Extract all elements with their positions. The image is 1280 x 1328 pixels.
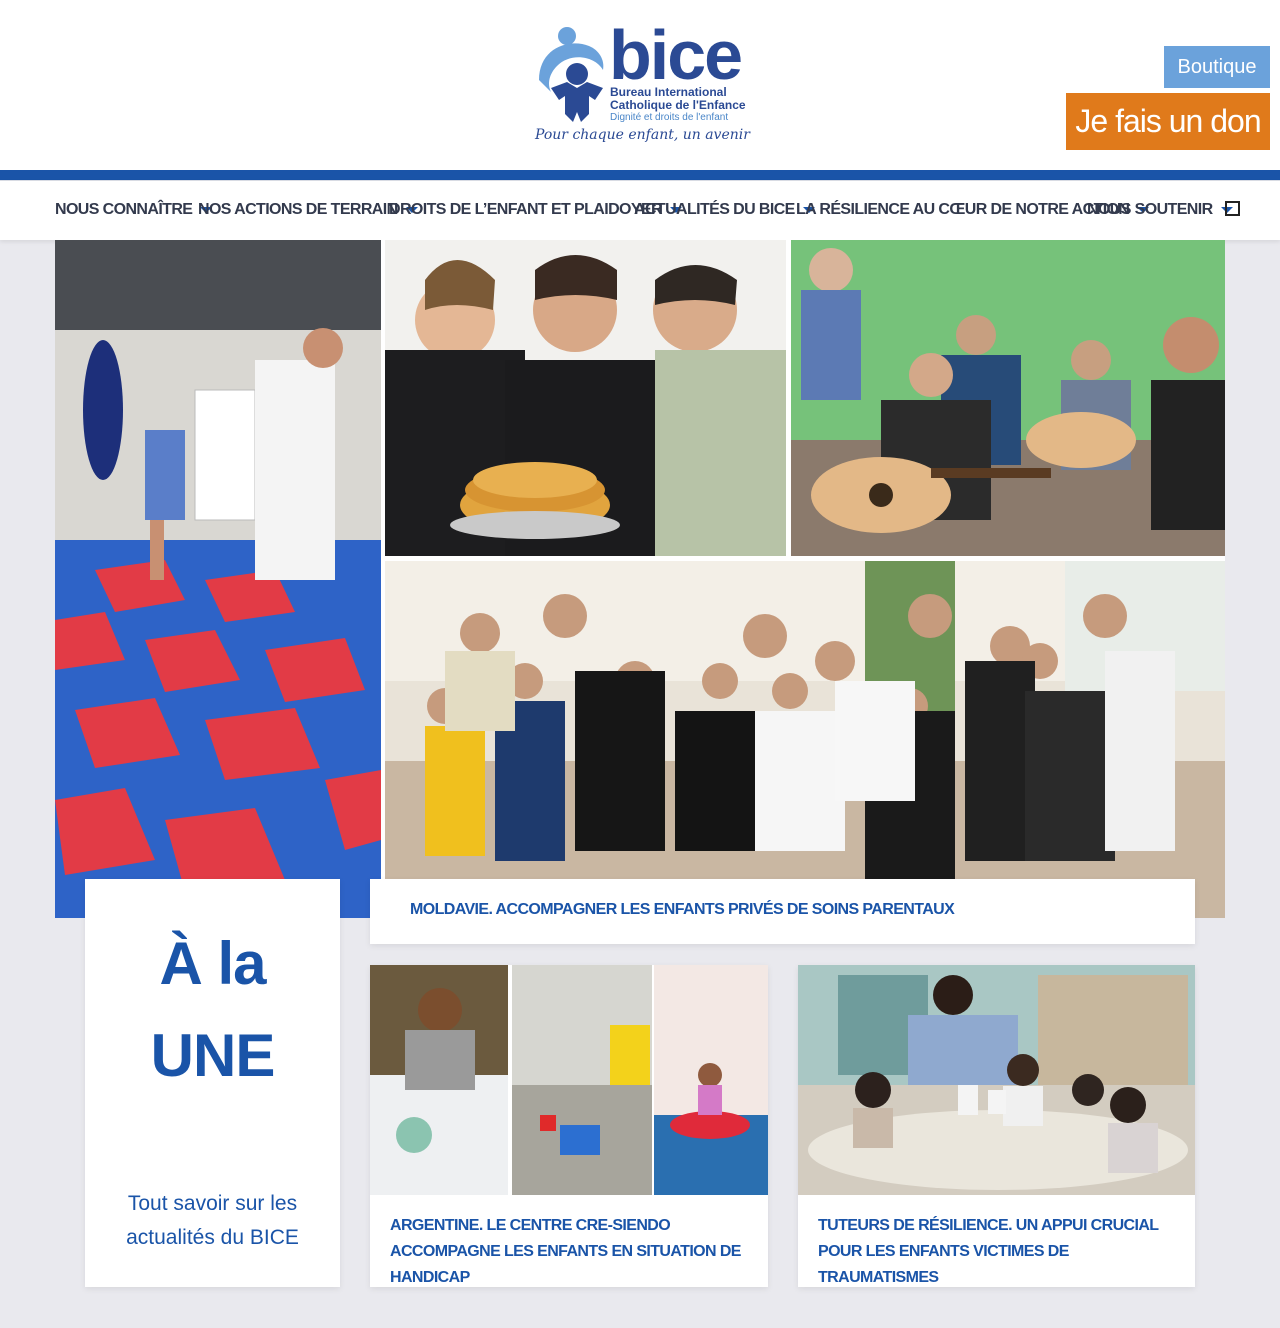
nav-item-actualites[interactable]: Actualités du BICE bbox=[634, 181, 815, 239]
une-subtitle-link[interactable]: Tout savoir sur les actualités du BICE bbox=[115, 1187, 310, 1255]
header-divider bbox=[0, 170, 1280, 180]
photo-group bbox=[385, 561, 1225, 918]
news-card-argentine[interactable]: Argentine. Le centre CRE-Siendo accompag… bbox=[370, 965, 768, 1287]
news-image-argentine[interactable] bbox=[370, 965, 768, 1195]
nav-item-label: Nos actions de terrain bbox=[198, 201, 398, 218]
logo-tagline: Pour chaque enfant, un avenir bbox=[535, 127, 750, 143]
nav-item-label: La résilience au cœur de notre action bbox=[796, 201, 1130, 218]
bice-logo[interactable]: bice Bureau International Catholique de … bbox=[529, 18, 751, 152]
main-nav: Nous connaître Nos actions de terrain Dr… bbox=[0, 180, 1280, 240]
news-card-tuteurs[interactable]: Tuteurs de résilience. Un appui crucial … bbox=[798, 965, 1195, 1287]
a-la-une-box: À la UNE Tout savoir sur les actualités … bbox=[85, 879, 340, 1287]
nav-item-label: Actualités du BICE bbox=[634, 201, 795, 218]
news-image-tuteurs[interactable] bbox=[798, 965, 1195, 1195]
nav-item-label: Droits de l’enfant et plaidoyer bbox=[389, 201, 663, 218]
search-icon[interactable] bbox=[1225, 201, 1240, 216]
hero-title-card[interactable]: Moldavie. Accompagner les enfants privés… bbox=[370, 879, 1195, 944]
boutique-button[interactable]: Boutique bbox=[1164, 46, 1270, 88]
news-title-argentine[interactable]: Argentine. Le centre CRE-Siendo accompag… bbox=[390, 1213, 750, 1291]
logo-wordmark: bice bbox=[609, 16, 743, 94]
une-heading-line-2: UNE bbox=[150, 1022, 276, 1089]
nav-item-label: Nous connaître bbox=[55, 201, 193, 218]
nav-item-nous-connaitre[interactable]: Nous connaître bbox=[55, 181, 213, 239]
donate-button[interactable]: Je fais un don bbox=[1066, 93, 1270, 150]
hero-title[interactable]: Moldavie. Accompagner les enfants privés… bbox=[410, 901, 955, 919]
photo-pancakes bbox=[385, 240, 786, 556]
logo-line-2: Catholique de l'Enfance bbox=[610, 98, 746, 112]
hero-image[interactable] bbox=[55, 240, 1225, 918]
une-heading-line-1: À la bbox=[159, 930, 266, 997]
news-title-tuteurs[interactable]: Tuteurs de résilience. Un appui crucial … bbox=[818, 1213, 1177, 1291]
photo-guitar bbox=[791, 240, 1225, 556]
nav-item-label: Nous soutenir bbox=[1087, 201, 1213, 218]
nav-item-actions-terrain[interactable]: Nos actions de terrain bbox=[198, 181, 418, 239]
logo-line-3: Dignité et droits de l'enfant bbox=[610, 112, 729, 123]
nav-item-nous-soutenir[interactable]: Nous soutenir bbox=[1087, 181, 1233, 239]
site-header: bice Bureau International Catholique de … bbox=[0, 0, 1280, 170]
photo-taekwondo bbox=[55, 240, 381, 918]
